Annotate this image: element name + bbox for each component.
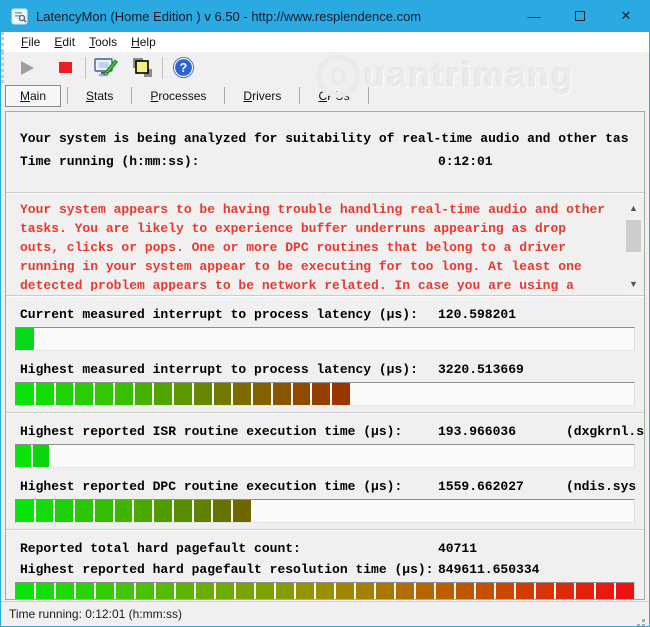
metric-label: Highest reported ISR routine execution t… [20, 424, 438, 440]
analysis-line: Your system is being analyzed for suitab… [6, 131, 644, 147]
processes-button[interactable] [127, 55, 157, 81]
time-running-label: Time running (h:mm:ss): [20, 154, 438, 170]
stop-icon [59, 62, 72, 73]
latency-metrics: Current measured interrupt to process la… [6, 297, 644, 406]
svg-text:?: ? [179, 61, 187, 75]
title-bar: LatencyMon (Home Edition ) v 6.50 - http… [1, 0, 649, 32]
menu-tools[interactable]: Tools [82, 33, 124, 51]
metric-driver: (dxgkrnl.sys - Dire [566, 424, 644, 440]
tab-separator [67, 87, 68, 104]
tab-separator [131, 87, 132, 104]
menu-bar: File Edit Tools Help [1, 32, 649, 52]
metric-value: 1559.662027 [438, 479, 566, 495]
tab-bar: Main Stats Processes Drivers CPUs [1, 83, 649, 108]
metric-value: 849611.650334 [438, 562, 566, 578]
main-panel: Your system is being analyzed for suitab… [5, 111, 645, 600]
close-button[interactable]: ✕ [603, 0, 649, 32]
warning-text: Your system appears to be having trouble… [20, 200, 623, 291]
app-icon [11, 8, 28, 25]
status-text: Time running: 0:12:01 (h:mm:ss) [9, 607, 182, 621]
toolbar: ? [1, 52, 649, 83]
processes-icon [130, 56, 154, 80]
tab-drivers[interactable]: Drivers [231, 86, 293, 106]
analysis-summary: Your system is being analyzed for suitab… [6, 112, 644, 192]
time-running-value: 0:12:01 [438, 154, 566, 170]
menu-help[interactable]: Help [124, 33, 163, 51]
metric-label: Reported total hard pagefault count: [20, 541, 438, 557]
scroll-down-icon[interactable]: ▼ [625, 276, 642, 291]
tab-cpus[interactable]: CPUs [306, 86, 361, 106]
tab-separator [299, 87, 300, 104]
metric-value: 40711 [438, 541, 566, 557]
pagefault-time-meter [15, 582, 635, 600]
scrollbar-thumb[interactable] [626, 220, 641, 252]
maximize-button[interactable] [557, 0, 603, 32]
tab-separator [368, 87, 369, 104]
monitor-analyze-icon [93, 56, 119, 80]
minimize-button[interactable]: — [511, 0, 557, 32]
toolbar-separator [85, 57, 86, 79]
metric-label: Current measured interrupt to process la… [20, 307, 438, 323]
dpc-time-meter [15, 499, 635, 523]
tab-main[interactable]: Main [5, 85, 61, 107]
metric-label: Highest measured interrupt to process la… [20, 362, 438, 378]
help-icon: ? [172, 56, 195, 79]
tab-processes[interactable]: Processes [138, 86, 218, 106]
menu-file[interactable]: File [14, 33, 47, 51]
toolbar-separator [162, 57, 163, 79]
metric-label: Highest reported DPC routine execution t… [20, 479, 438, 495]
tab-stats[interactable]: Stats [74, 86, 125, 106]
play-button[interactable] [12, 55, 42, 81]
help-button[interactable]: ? [168, 55, 198, 81]
play-icon [21, 61, 34, 75]
warning-block: Your system appears to be having trouble… [6, 194, 644, 295]
status-bar: Time running: 0:12:01 (h:mm:ss) [1, 601, 649, 626]
isr-dpc-metrics: Highest reported ISR routine execution t… [6, 414, 644, 523]
stop-button[interactable] [50, 55, 80, 81]
resize-grip[interactable] [642, 619, 645, 622]
warning-scrollbar[interactable]: ▲ ▼ [625, 200, 642, 291]
metric-value: 120.598201 [438, 307, 566, 323]
maximize-icon [575, 11, 585, 21]
pagefault-metrics: Reported total hard pagefault count: 407… [6, 531, 644, 600]
scroll-up-icon[interactable]: ▲ [625, 200, 642, 215]
isr-time-meter [15, 444, 635, 468]
metric-value: 193.966036 [438, 424, 566, 440]
current-latency-meter [15, 327, 635, 351]
tab-separator [224, 87, 225, 104]
metric-driver: (ndis.sys - Networ [566, 479, 644, 495]
analyze-system-button[interactable] [91, 55, 121, 81]
metric-value: 3220.513669 [438, 362, 566, 378]
menu-edit[interactable]: Edit [47, 33, 82, 51]
window-title: LatencyMon (Home Edition ) v 6.50 - http… [36, 9, 421, 24]
metric-label: Highest reported hard pagefault resoluti… [20, 562, 438, 578]
latencymon-window: LatencyMon (Home Edition ) v 6.50 - http… [0, 0, 650, 627]
highest-latency-meter [15, 382, 635, 406]
